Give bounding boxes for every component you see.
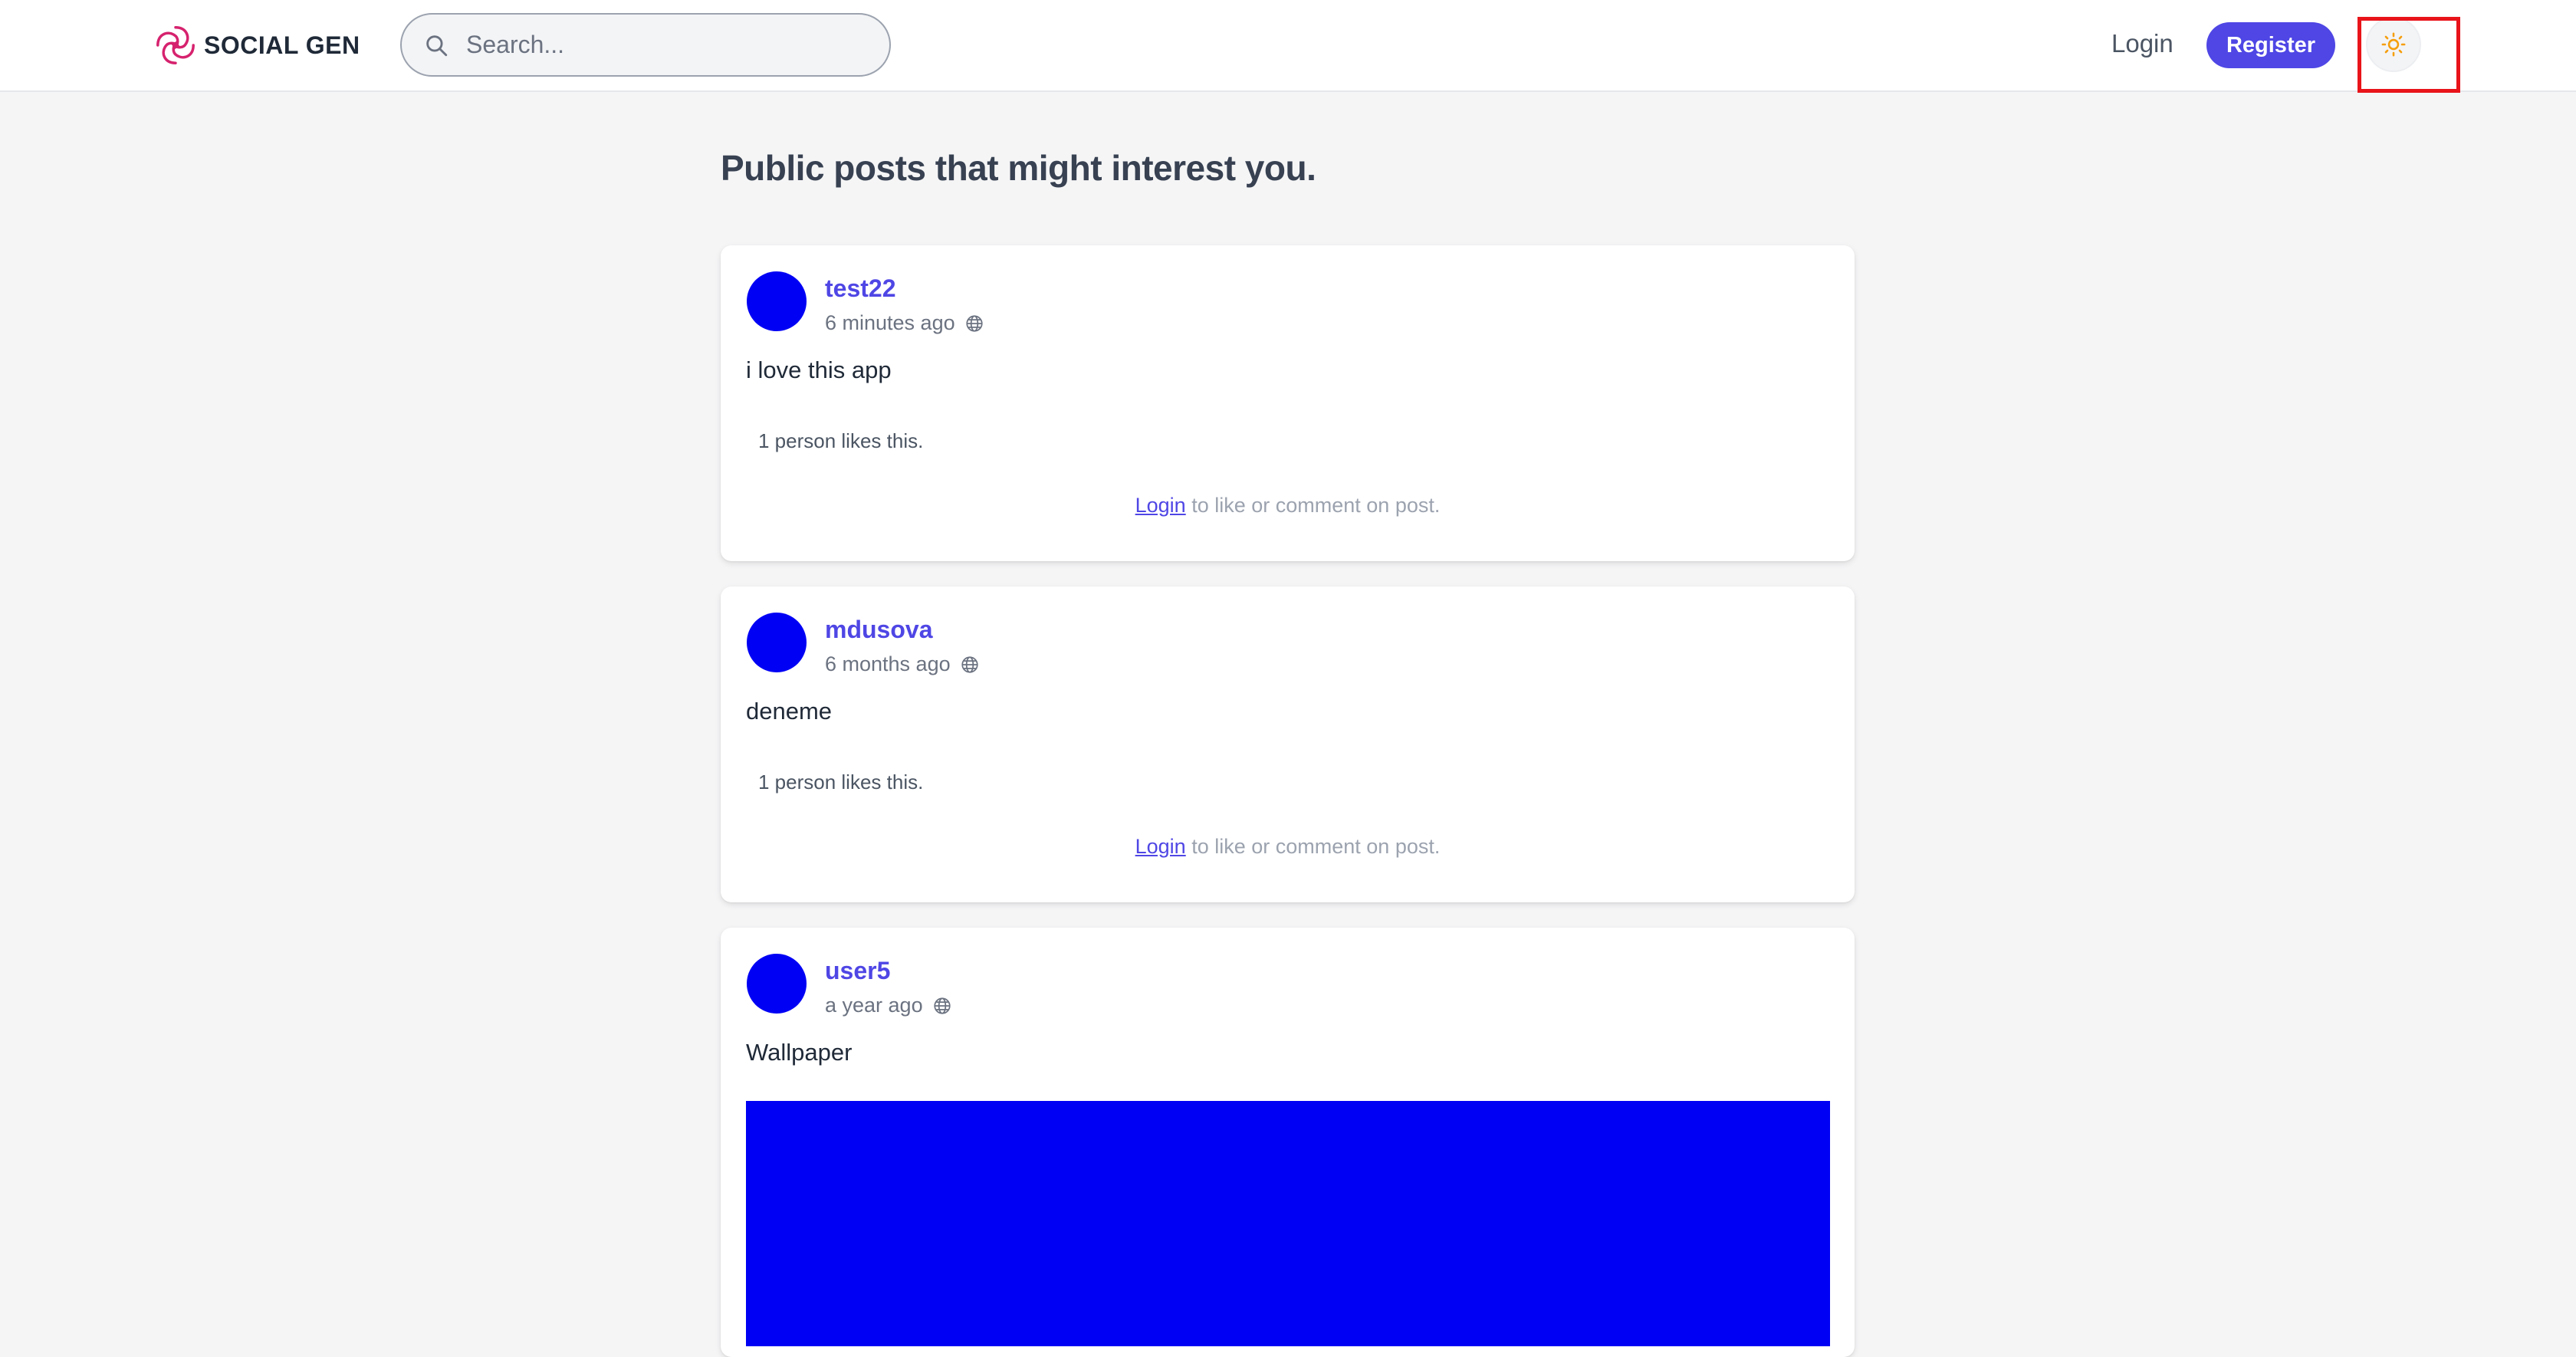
post-author[interactable]: user5 [825, 957, 890, 985]
login-link[interactable]: Login [2111, 29, 2174, 58]
post-meta: 6 months ago [825, 652, 980, 676]
globe-icon [961, 656, 978, 673]
search-icon [426, 34, 448, 56]
post-image[interactable] [746, 1101, 1830, 1346]
avatar[interactable] [747, 613, 807, 672]
post-card: test22 6 minutes ago i love this app 1 p… [721, 245, 1855, 561]
login-prompt: Login to like or comment on post. [721, 835, 1855, 859]
top-navbar: SOCIAL GEN Login Register [0, 0, 2576, 92]
post-author[interactable]: mdusova [825, 616, 932, 644]
search-box[interactable] [400, 13, 891, 77]
login-prompt-text: to like or comment on post. [1185, 835, 1441, 858]
login-to-interact-link[interactable]: Login [1135, 835, 1186, 858]
post-time: 6 months ago [825, 652, 951, 675]
post-time: 6 minutes ago [825, 311, 955, 334]
avatar[interactable] [747, 271, 807, 331]
post-text: i love this app [746, 356, 892, 383]
page-title: Public posts that might interest you. [721, 148, 1316, 188]
avatar[interactable] [747, 954, 807, 1014]
post-meta: 6 minutes ago [825, 311, 984, 335]
globe-icon [933, 997, 951, 1014]
brand[interactable]: SOCIAL GEN [153, 21, 360, 69]
login-to-interact-link[interactable]: Login [1135, 494, 1186, 517]
post-text: Wallpaper [746, 1039, 853, 1066]
post-card: user5 a year ago Wallpaper [721, 928, 1855, 1357]
post-meta: a year ago [825, 994, 952, 1017]
login-prompt-text: to like or comment on post. [1185, 494, 1441, 517]
login-prompt: Login to like or comment on post. [721, 494, 1855, 518]
register-button[interactable]: Register [2206, 22, 2335, 68]
post-likes: 1 person likes this. [758, 770, 924, 794]
post-time: a year ago [825, 994, 923, 1017]
sun-icon [2381, 32, 2406, 57]
globe-icon [965, 314, 983, 332]
post-text: deneme [746, 698, 833, 724]
post-likes: 1 person likes this. [758, 429, 924, 452]
post-author[interactable]: test22 [825, 274, 896, 303]
brand-logo-icon [156, 26, 195, 64]
brand-name: SOCIAL GEN [204, 31, 360, 59]
search-input[interactable] [466, 31, 865, 59]
post-card: mdusova 6 months ago deneme 1 person lik… [721, 586, 1855, 902]
theme-toggle-button[interactable] [2366, 17, 2421, 72]
